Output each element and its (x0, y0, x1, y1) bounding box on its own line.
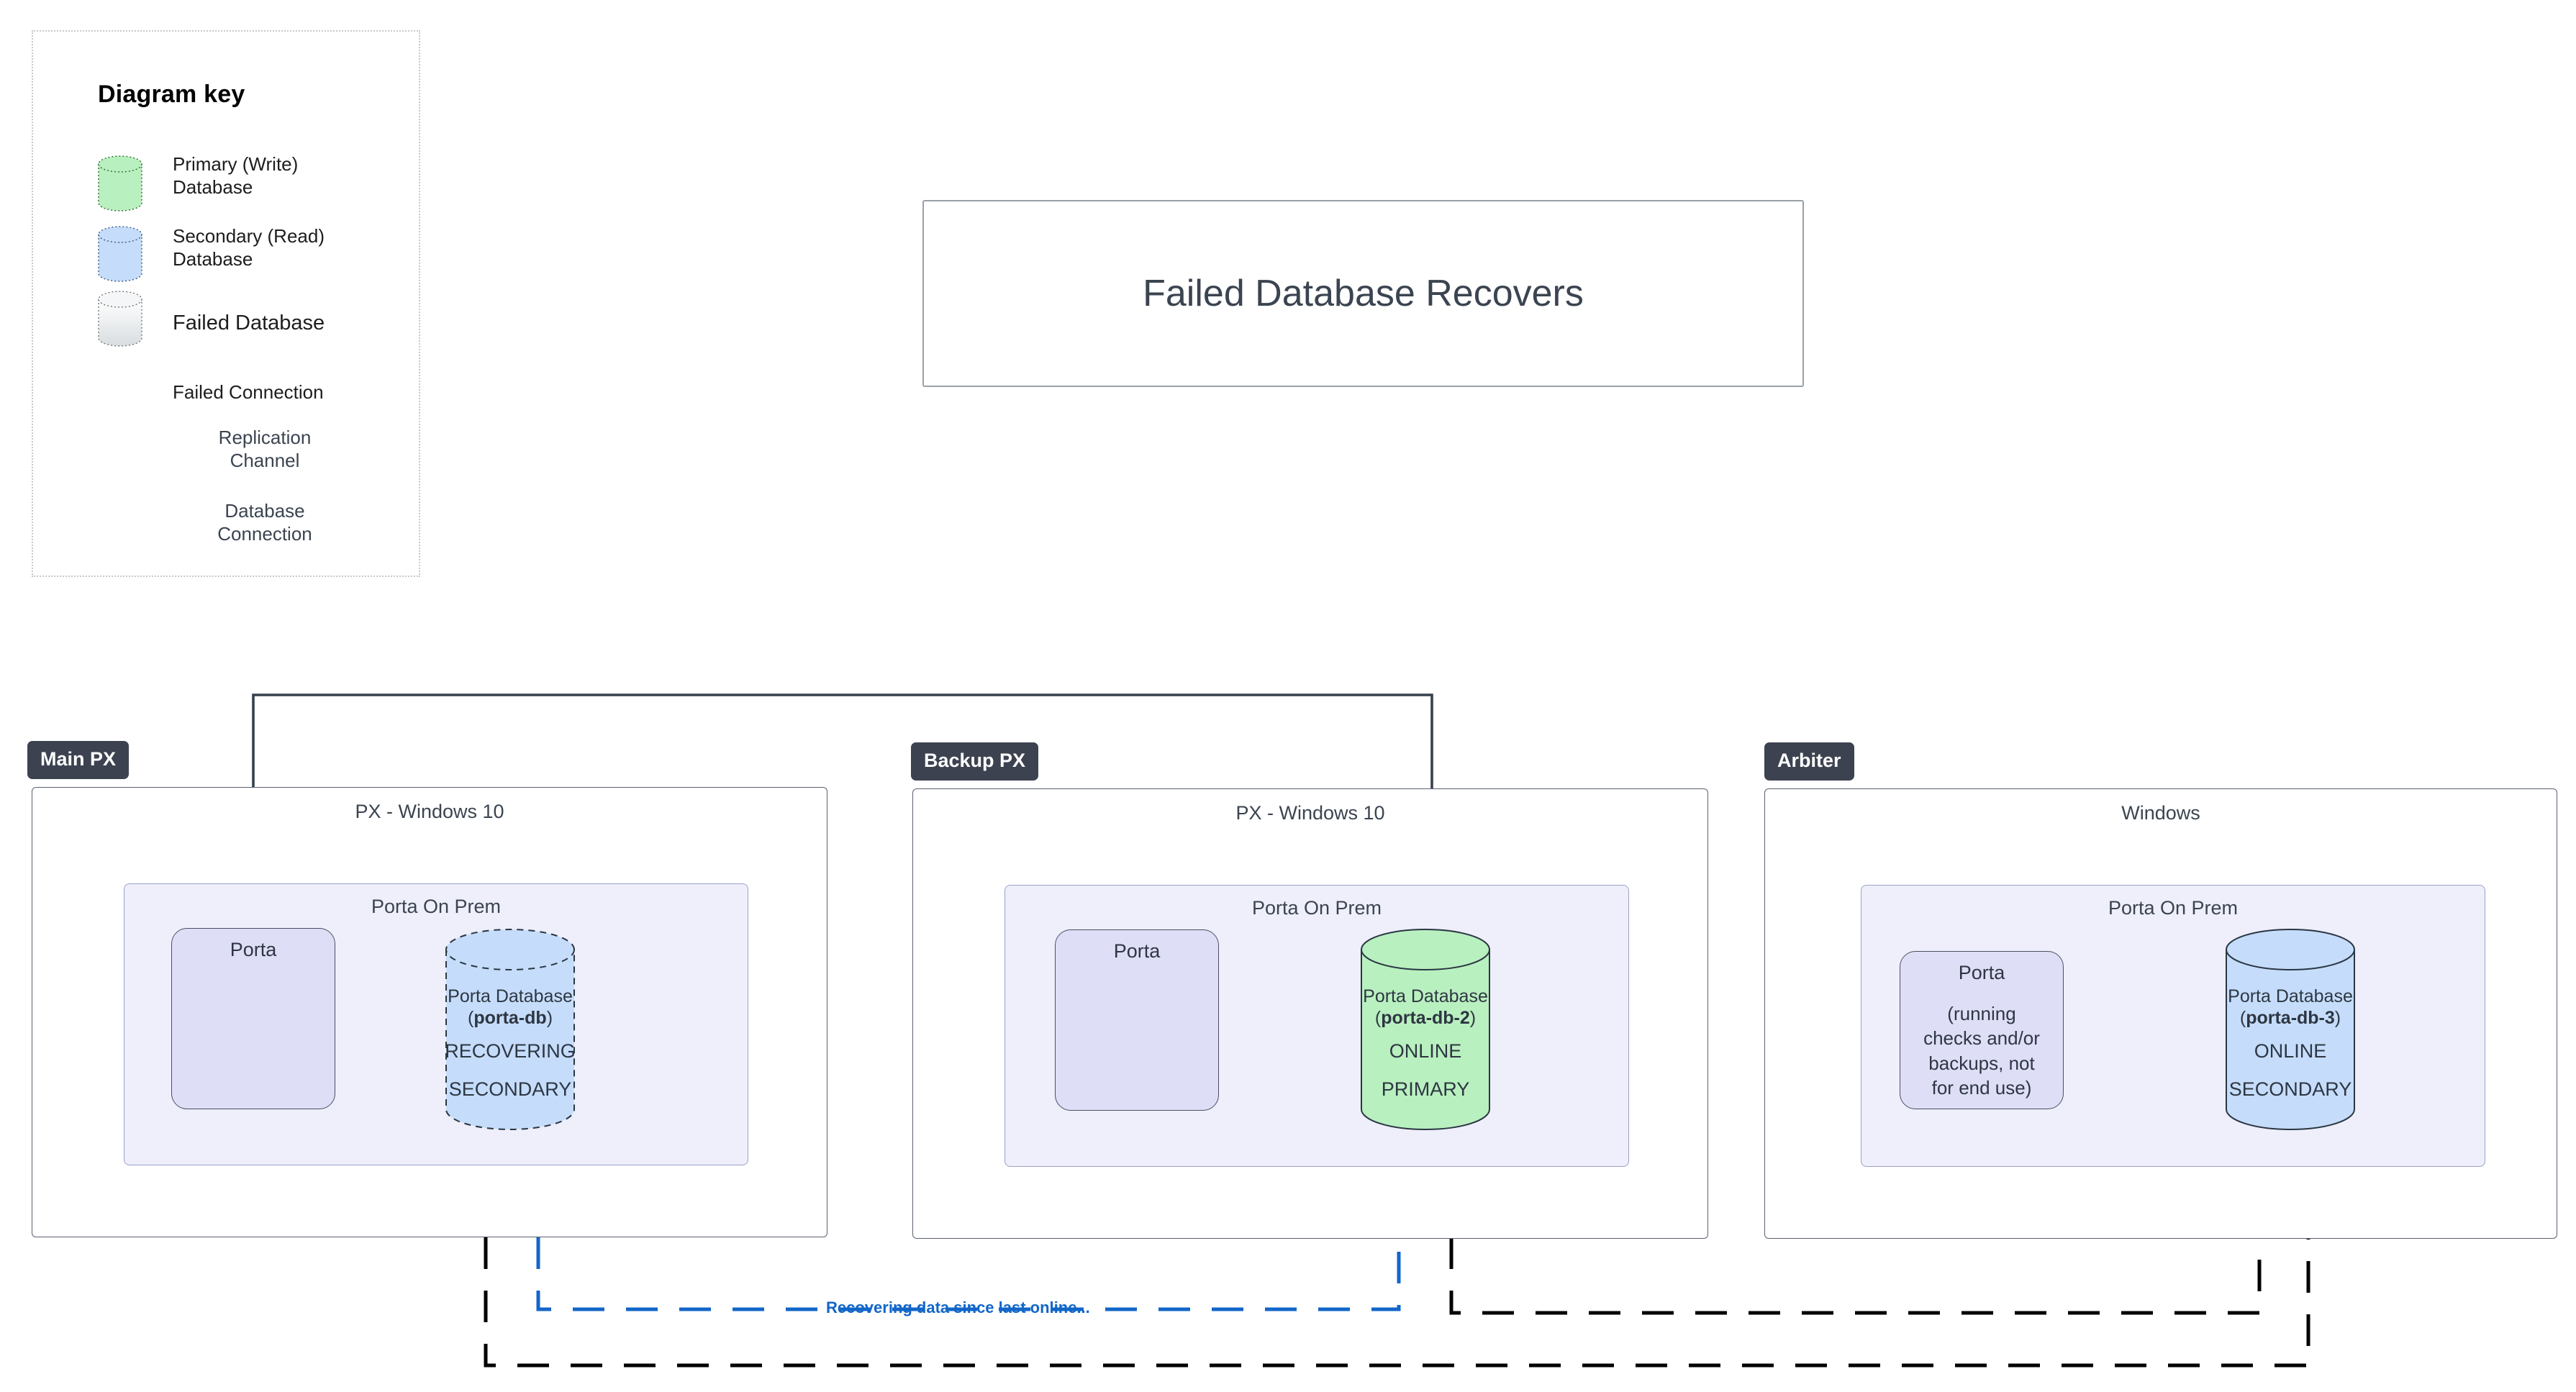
legend-line: Connection (217, 523, 312, 545)
legend-label-failed-connection: Failed Connection (173, 381, 410, 404)
porta-app-title: Porta (1958, 962, 2005, 983)
cylinder-blue-icon (98, 226, 142, 282)
legend-line: Failed Database (173, 311, 325, 335)
legend-label-failed-db: Failed Database (173, 311, 410, 337)
db-id: porta-db-2 (1381, 1008, 1470, 1028)
db-id: porta-db (473, 1008, 547, 1028)
legend-label-secondary: Secondary (Read) Database (173, 224, 374, 270)
cylinder-green-icon (98, 155, 142, 211)
database-porta-db-2-name: Porta Database (porta-db-2) (1363, 986, 1488, 1028)
porta-app-title: Porta (230, 939, 277, 960)
host-label-backup-px: PX - Windows 10 (1235, 802, 1385, 824)
porta-app-backup-px[interactable]: Porta (1055, 929, 1219, 1111)
legend-label-connection: Database Connection (193, 499, 337, 545)
database-porta-db-3-role: SECONDARY (2228, 1078, 2352, 1100)
legend-line: Database (173, 176, 253, 199)
database-porta-db-3-status: ONLINE (2254, 1040, 2327, 1062)
prem-label-backup-px: Porta On Prem (1251, 897, 1382, 919)
edge-label-recovering: Recovering data since last online... (826, 1298, 1090, 1316)
database-porta-db-name: Porta Database (porta-db) (448, 986, 573, 1028)
porta-app-arbiter[interactable]: Porta (running checks and/or backups, not f… (1900, 951, 2064, 1109)
database-porta-db-2-status: ONLINE (1389, 1040, 1462, 1062)
db-name: Porta Database (448, 986, 573, 1006)
title-card: Failed Database Recovers (922, 200, 1804, 387)
porta-app-subtitle: (running checks and/or backups, not for end… (1923, 1003, 2040, 1098)
database-porta-db-2-role: PRIMARY (1381, 1078, 1470, 1100)
group-badge-backup-px[interactable]: Backup PX (911, 742, 1039, 781)
host-label-main-px: PX - Windows 10 (355, 801, 504, 822)
database-porta-db-role: SECONDARY (448, 1078, 572, 1100)
legend-line: Replication (218, 427, 312, 448)
db-name: Porta Database (2228, 986, 2353, 1006)
cylinder-failed-icon (98, 291, 142, 347)
prem-label-main-px: Porta On Prem (371, 896, 502, 917)
legend-line: Database (173, 248, 253, 270)
legend-line: Database (225, 500, 305, 522)
porta-app-main-px[interactable]: Porta (171, 928, 335, 1109)
host-label-arbiter: Windows (2121, 802, 2200, 824)
legend-line: Channel (230, 450, 300, 472)
diagram-key-title: Diagram key (98, 81, 245, 108)
title-card-text: Failed Database Recovers (1143, 273, 1584, 314)
group-badge-main-px[interactable]: Main PX (27, 741, 130, 779)
database-porta-db-3-name: Porta Database (porta-db-3) (2228, 986, 2353, 1028)
diagram-key-panel (32, 30, 420, 577)
legend-label-replication: Replication Channel (193, 426, 337, 472)
legend-line: Primary (Write) (173, 153, 299, 175)
legend-line: Secondary (Read) (173, 225, 325, 247)
db-id: porta-db-3 (2246, 1008, 2335, 1028)
prem-label-arbiter: Porta On Prem (2108, 897, 2239, 919)
db-name: Porta Database (1363, 986, 1488, 1006)
legend-line: Failed Connection (173, 381, 324, 403)
database-porta-db-status: RECOVERING (445, 1040, 576, 1062)
group-badge-arbiter[interactable]: Arbiter (1764, 742, 1854, 781)
legend-label-primary: Primary (Write) Database (173, 153, 360, 199)
porta-app-title: Porta (1113, 940, 1161, 962)
